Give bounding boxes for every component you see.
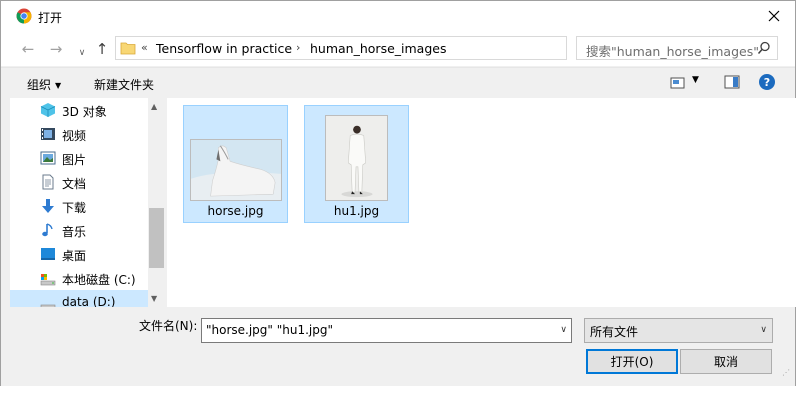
recent-locations-button[interactable]: ∨ (72, 43, 92, 63)
sidebar-item-label: 3D 对象 (62, 105, 107, 119)
download-icon (42, 199, 54, 213)
sidebar-item-local-disk[interactable]: 本地磁盘 (C:) (10, 266, 150, 290)
folder-icon (120, 42, 136, 55)
up-button[interactable]: ↑ (92, 39, 112, 59)
window-title: 打开 (38, 11, 63, 25)
sidebar-item-video[interactable]: 视频 (10, 122, 150, 146)
sidebar-item-pictures[interactable]: 图片 (10, 146, 150, 170)
address-bar[interactable]: « Tensorflow in practice › human_horse_i… (115, 36, 672, 60)
chevron-down-icon: ∨ (760, 325, 767, 335)
back-arrow-icon: ← (21, 40, 35, 58)
up-arrow-icon: ↑ (95, 40, 109, 58)
chevron-down-icon[interactable]: ∨ (560, 325, 567, 335)
documents-icon (42, 174, 54, 190)
search-placeholder: 搜索"human_horse_images" (586, 44, 759, 59)
sidebar-item-label: 桌面 (62, 249, 87, 263)
filename-field[interactable]: "horse.jpg" "hu1.jpg" ∨ (201, 318, 572, 343)
view-caret-icon[interactable]: ▼ (692, 75, 699, 85)
forward-button[interactable]: → (46, 39, 66, 59)
resize-grip-icon[interactable]: ⋰ (782, 368, 790, 377)
3d-objects-icon (40, 103, 56, 117)
chevron-down-icon: ∨ (78, 48, 86, 58)
file-name: horse.jpg (207, 204, 264, 218)
sidebar-item-label: 文档 (62, 177, 87, 191)
navigation-scrollbar[interactable]: ▲ ▼ (148, 98, 165, 307)
local-disk-icon (40, 274, 56, 286)
organize-label: 组织 (27, 78, 52, 92)
filename-value[interactable]: "horse.jpg" "hu1.jpg" (206, 323, 333, 337)
sidebar-item-label: 图片 (62, 153, 87, 167)
file-thumbnail (325, 115, 388, 201)
back-button[interactable]: ← (18, 39, 38, 59)
sidebar-item-label: 视频 (62, 129, 87, 143)
sidebar-item-3d-objects[interactable]: 3D 对象 (10, 98, 150, 122)
file-item[interactable]: horse.jpg (183, 105, 288, 223)
title-bar: 打开 (1, 1, 795, 32)
file-type-select[interactable]: 所有文件 ∨ (584, 318, 773, 343)
navigation-pane: 3D 对象 视频 图片 文档 下载 音乐 桌面 本地磁盘 (C:) data (… (10, 98, 165, 307)
file-name: hu1.jpg (333, 204, 380, 218)
sidebar-item-label: 本地磁盘 (C:) (62, 273, 136, 287)
drive-icon (40, 304, 56, 307)
file-list: horse.jpg hu1.jpg (167, 98, 796, 307)
preview-pane-icon[interactable] (724, 74, 740, 90)
breadcrumb-separator-icon[interactable]: › (296, 41, 300, 54)
sidebar-item-label: data (D:) (62, 295, 116, 307)
sidebar-item-downloads[interactable]: 下载 (10, 194, 150, 218)
breadcrumb-item[interactable]: Tensorflow in practice (156, 41, 292, 56)
search-icon[interactable] (757, 41, 771, 55)
background-page-strip (0, 386, 797, 394)
pictures-icon (40, 151, 56, 165)
forward-arrow-icon: → (49, 40, 63, 58)
close-button[interactable] (761, 4, 787, 28)
file-thumbnail (190, 139, 282, 201)
scroll-down-icon[interactable]: ▼ (151, 294, 157, 303)
filename-label: 文件名(N): (139, 319, 198, 333)
sidebar-item-music[interactable]: 音乐 (10, 218, 150, 242)
music-icon (42, 223, 53, 237)
video-icon (41, 128, 55, 140)
help-icon[interactable]: ? (759, 74, 775, 90)
breadcrumb-overflow-icon[interactable]: « (141, 41, 148, 54)
sidebar-item-data-drive[interactable]: data (D:) (10, 290, 150, 307)
chrome-icon (16, 8, 32, 24)
organize-button[interactable]: 组织 ▼ (27, 76, 61, 93)
sidebar-item-desktop[interactable]: 桌面 (10, 242, 150, 266)
scroll-up-icon[interactable]: ▲ (151, 102, 157, 111)
sidebar-item-label: 下载 (62, 201, 87, 215)
sidebar-item-documents[interactable]: 文档 (10, 170, 150, 194)
caret-down-icon: ▼ (55, 81, 62, 90)
search-input[interactable]: 搜索"human_horse_images" (576, 36, 778, 60)
breadcrumb-item[interactable]: human_horse_images (310, 41, 446, 56)
close-icon (768, 10, 780, 22)
file-item[interactable]: hu1.jpg (304, 105, 409, 223)
open-file-dialog: 打开 ← → ∨ ↑ « Tensorflow in practice › hu… (0, 0, 796, 387)
scrollbar-thumb[interactable] (149, 208, 164, 268)
open-button[interactable]: 打开(O) (586, 349, 678, 374)
file-type-value: 所有文件 (590, 325, 639, 339)
new-folder-button[interactable]: 新建文件夹 (94, 76, 154, 93)
view-options-icon[interactable] (670, 75, 686, 91)
desktop-icon (41, 248, 55, 260)
cancel-button[interactable]: 取消 (680, 349, 772, 374)
sidebar-item-label: 音乐 (62, 225, 87, 239)
